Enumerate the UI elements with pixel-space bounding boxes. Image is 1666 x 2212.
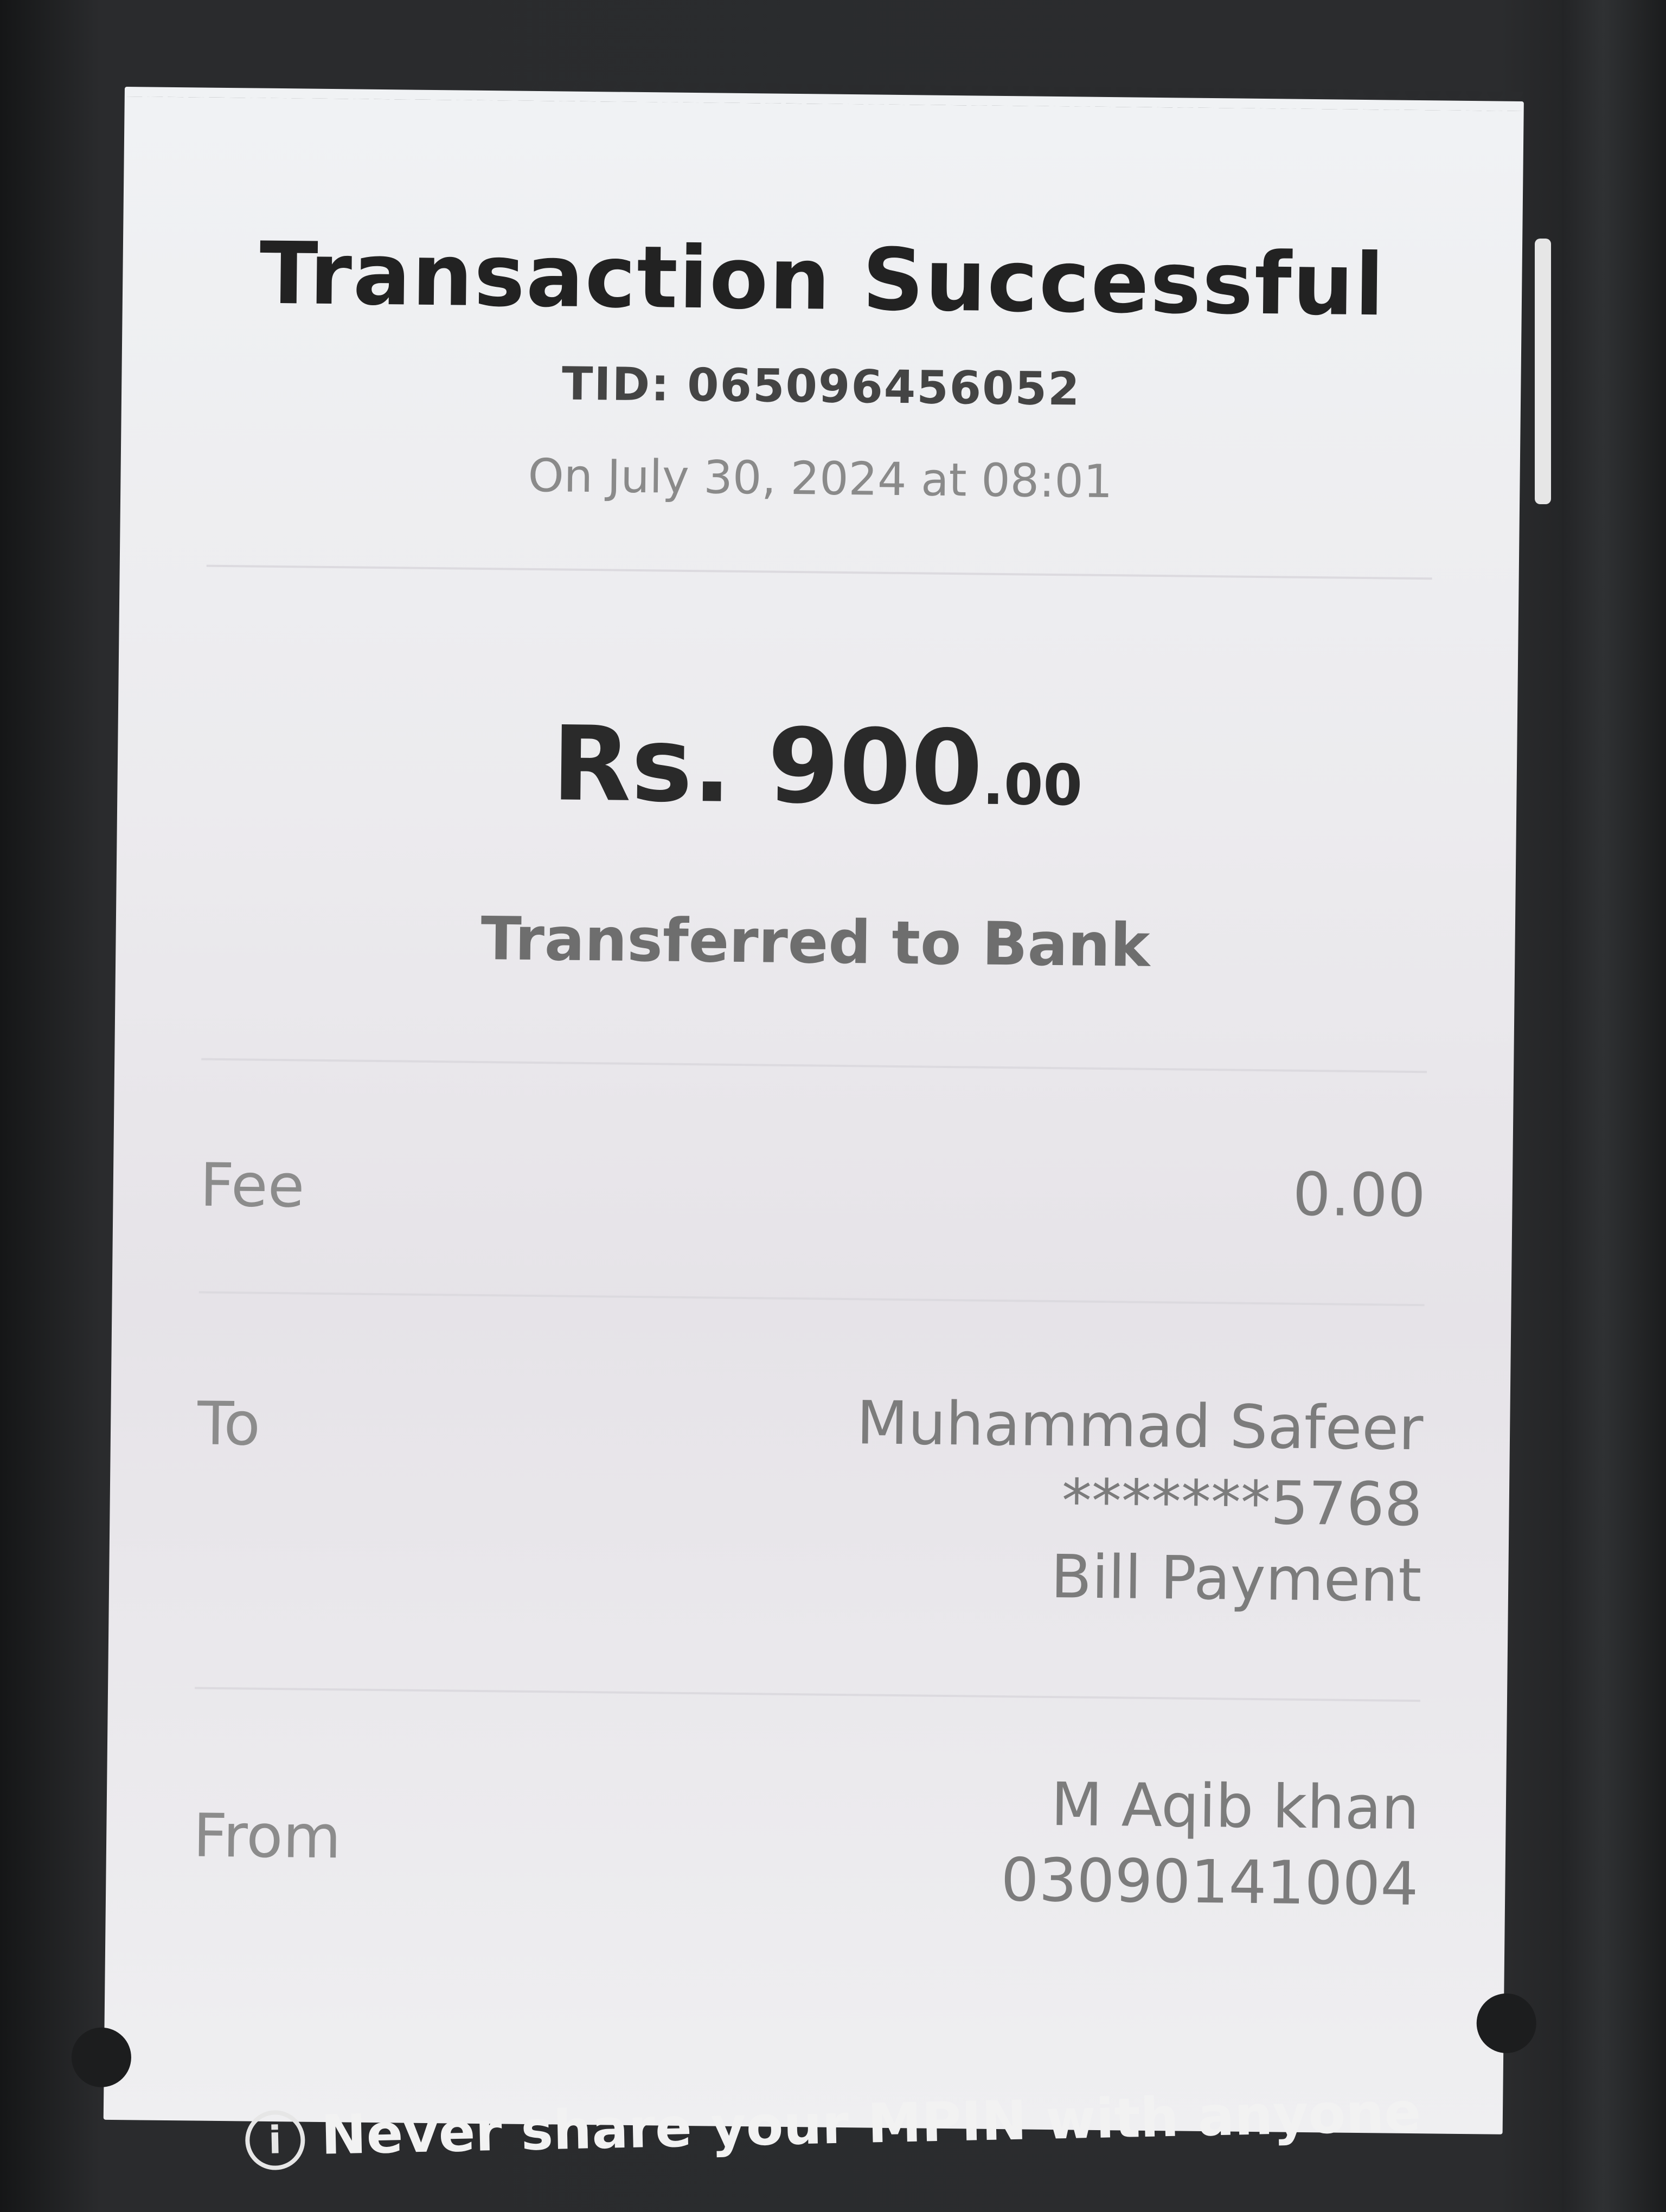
transfer-description: Transferred to Bank bbox=[480, 903, 1151, 980]
divider bbox=[198, 1291, 1425, 1307]
divider bbox=[201, 1058, 1427, 1073]
transaction-title: Transaction Successful bbox=[259, 223, 1386, 336]
divider bbox=[206, 564, 1432, 580]
amount-main: Rs. 900 bbox=[551, 704, 984, 828]
amount-cents: .00 bbox=[982, 751, 1083, 819]
to-label: To bbox=[197, 1388, 261, 1459]
sender-name: M Aqib khan bbox=[1050, 1770, 1420, 1843]
receipt-card: Transaction Successful TID: 065096456052… bbox=[71, 77, 1537, 2134]
scroll-indicator[interactable] bbox=[1535, 239, 1551, 504]
from-label: From bbox=[193, 1801, 342, 1872]
recipient-account: *******5768 bbox=[1061, 1466, 1423, 1540]
from-details: M Aqib khan 03090141004 bbox=[1001, 1766, 1420, 1922]
to-details: Muhammad Safeer *******5768 Bill Payment bbox=[855, 1385, 1424, 1618]
receipt-torn-edge bbox=[124, 77, 1524, 112]
divider bbox=[195, 1687, 1420, 1702]
screen: Transaction Successful TID: 065096456052… bbox=[0, 0, 1666, 2212]
transaction-datetime: On July 30, 2024 at 08:01 bbox=[528, 448, 1113, 509]
sender-number: 03090141004 bbox=[1000, 1845, 1419, 1919]
phone-edge bbox=[1562, 0, 1666, 2212]
receipt-notch-right bbox=[1476, 1993, 1537, 2054]
transaction-id: TID: 065096456052 bbox=[561, 357, 1081, 416]
receipt-notch-left bbox=[71, 2027, 132, 2088]
fee-label: Fee bbox=[200, 1150, 305, 1221]
info-icon: i bbox=[244, 2110, 306, 2171]
transaction-amount: Rs. 900.00 bbox=[117, 699, 1517, 834]
recipient-name: Muhammad Safeer bbox=[856, 1388, 1424, 1464]
fee-value: 0.00 bbox=[1292, 1159, 1426, 1231]
payment-purpose: Bill Payment bbox=[1050, 1542, 1422, 1616]
